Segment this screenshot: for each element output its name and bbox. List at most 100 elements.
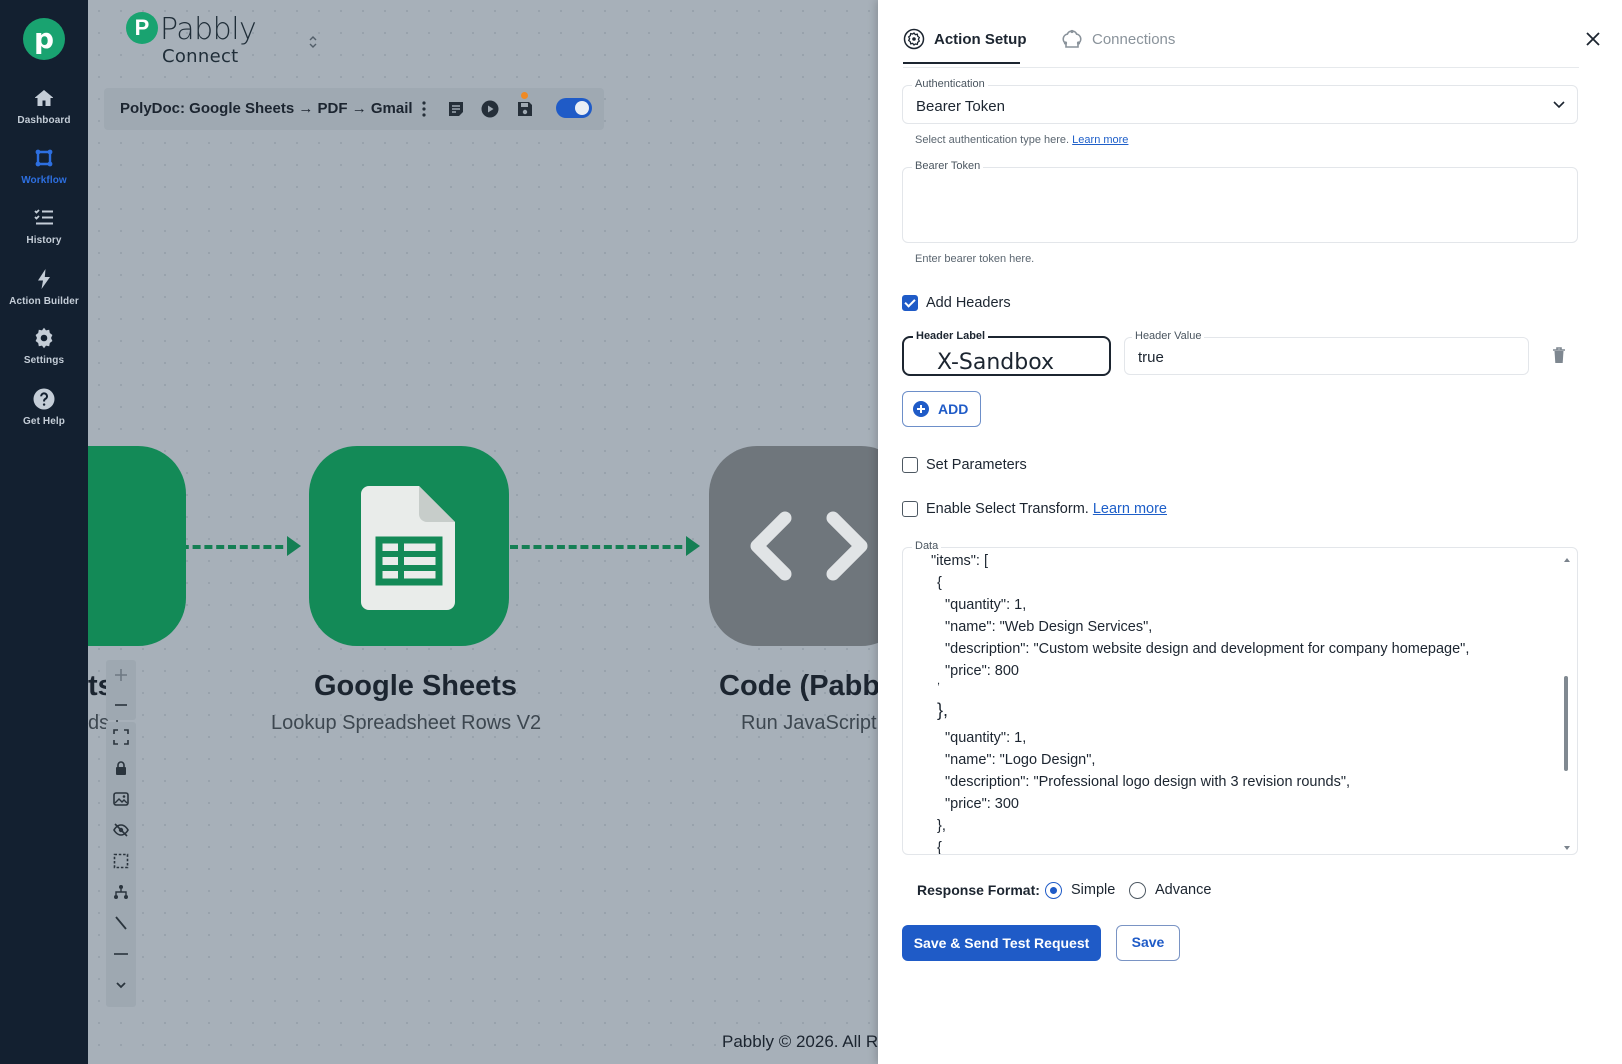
data-code: "items": [ { "quantity": 1, "name": "Web… — [903, 548, 1563, 854]
google-sheets-node[interactable] — [309, 446, 509, 646]
sidebar-item-get-help[interactable]: Get Help — [0, 387, 88, 443]
lock-button[interactable] — [106, 753, 136, 783]
fit-screen-icon — [113, 729, 129, 745]
minus-icon — [115, 704, 127, 706]
code-line: { — [937, 575, 942, 591]
brand-sub: Connect — [162, 46, 239, 67]
dashed-square-icon — [113, 853, 129, 869]
header-value-input[interactable]: true — [1124, 337, 1529, 375]
sidebar-item-label: Action Builder — [9, 296, 79, 307]
sidebar-item-label: History — [26, 235, 62, 246]
bearer-token-input[interactable] — [902, 167, 1578, 243]
set-parameters-checkbox[interactable] — [902, 457, 918, 473]
save-and-send-test-request-button[interactable]: Save & Send Test Request — [902, 925, 1101, 961]
workflow-toolbar: PolyDoc: Google Sheets → PDF → Gmail — [104, 88, 604, 130]
connector-line — [510, 545, 694, 549]
code-line: "description": "Custom website design an… — [945, 641, 1470, 657]
code-node-subtitle: Run JavaScript — [741, 712, 877, 734]
connector-style-button[interactable] — [106, 908, 136, 938]
code-line: "quantity": 1, — [945, 597, 1027, 613]
more-vertical-icon[interactable] — [414, 99, 434, 119]
sidebar-item-workflow[interactable]: Workflow — [0, 146, 88, 202]
data-textarea[interactable]: "items": [ { "quantity": 1, "name": "Web… — [902, 547, 1578, 855]
workflow-name[interactable]: PolyDoc: Google Sheets → PDF → Gmail — [120, 100, 413, 117]
add-header-button[interactable]: ADD — [902, 391, 981, 427]
collapse-toolbar-button[interactable] — [106, 970, 136, 1000]
authentication-helper: Select authentication type here. Learn m… — [915, 134, 1129, 146]
sidebar-item-history[interactable]: History — [0, 206, 88, 262]
sidebar-item-action-builder[interactable]: Action Builder — [0, 267, 88, 323]
connector-arrow — [287, 536, 301, 556]
data-label: Data — [912, 540, 942, 552]
notes-icon[interactable] — [446, 99, 466, 119]
pabbly-logo[interactable]: p — [23, 18, 65, 60]
lock-icon — [116, 761, 126, 775]
authentication-learn-more-link[interactable]: Learn more — [1072, 134, 1128, 146]
code-brackets-icon — [750, 511, 868, 581]
unsaved-indicator-dot — [521, 92, 528, 99]
trigger-node[interactable] — [88, 446, 186, 646]
close-icon[interactable] — [1582, 28, 1604, 50]
image-export-button[interactable] — [106, 784, 136, 814]
select-transform-learn-more-link[interactable]: Learn more — [1093, 501, 1167, 517]
workflow-enable-toggle[interactable] — [556, 98, 592, 118]
header-label-value: X-Sandbox — [937, 350, 1055, 375]
play-circle-icon[interactable] — [480, 99, 500, 119]
sidebar-item-label: Dashboard — [17, 115, 71, 126]
code-node-title: Code (Pabbl — [719, 670, 878, 702]
brand-logo[interactable]: P Pabbly Connect — [126, 10, 317, 67]
code-line: "quantity": 1, — [945, 730, 1027, 746]
workflow-icon — [35, 149, 53, 167]
data-scrollbar-thumb[interactable] — [1564, 676, 1568, 771]
tab-action-setup[interactable]: Action Setup — [903, 28, 1027, 64]
response-format-simple-radio[interactable] — [1045, 882, 1062, 899]
tab-label: Connections — [1092, 31, 1176, 48]
header-value-value: true — [1138, 349, 1164, 366]
code-line: }, — [937, 700, 949, 720]
workflow-canvas[interactable]: P Pabbly Connect PolyDoc: Google Sheets … — [88, 0, 878, 1064]
response-format-advance-radio[interactable] — [1129, 882, 1146, 899]
enable-select-transform-label: Enable Select Transform. Learn more — [926, 501, 1167, 517]
auto-layout-button[interactable] — [106, 877, 136, 907]
select-area-button[interactable] — [106, 846, 136, 876]
eye-off-icon — [113, 823, 129, 837]
save-button[interactable]: Save — [1116, 925, 1180, 961]
straight-line-button[interactable] — [106, 939, 136, 969]
zoom-controls — [106, 660, 136, 720]
action-setup-panel: Action Setup Connections Bearer Token Au… — [878, 0, 1622, 1064]
response-format-label: Response Format: — [917, 882, 1040, 898]
code-line: "description": "Professional logo design… — [945, 774, 1351, 790]
code-node[interactable] — [709, 446, 878, 646]
code-line: { — [937, 840, 942, 854]
authentication-select[interactable]: Bearer Token — [902, 85, 1578, 124]
action-gear-icon — [903, 28, 925, 50]
hierarchy-icon — [114, 885, 128, 899]
code-line: "price": 300 — [945, 796, 1019, 812]
scroll-up-arrow[interactable] — [1564, 558, 1570, 562]
code-line: }, — [937, 818, 946, 834]
sidebar-item-settings[interactable]: Settings — [0, 326, 88, 382]
lightning-icon — [38, 269, 50, 289]
trash-icon[interactable] — [1551, 346, 1567, 364]
hide-button[interactable] — [106, 815, 136, 845]
chevron-updown-icon[interactable] — [308, 34, 318, 50]
scroll-down-arrow[interactable] — [1564, 846, 1570, 850]
sidebar-item-dashboard[interactable]: Dashboard — [0, 86, 88, 142]
code-line: , — [937, 675, 941, 687]
fit-view-button[interactable] — [106, 722, 136, 752]
history-list-icon — [34, 209, 53, 225]
google-sheets-node-subtitle: Lookup Spreadsheet Rows V2 — [271, 712, 542, 734]
save-icon[interactable] — [515, 99, 535, 119]
footer-copyright: Pabbly © 2026. All Ri — [722, 1032, 878, 1051]
tab-connections[interactable]: Connections — [1061, 28, 1181, 64]
bearer-token-helper: Enter bearer token here. — [915, 253, 1035, 265]
code-line: "items": [ — [931, 553, 989, 569]
response-format-simple-label: Simple — [1071, 882, 1116, 898]
code-line: "name": "Web Design Services", — [945, 619, 1153, 635]
chevron-down-icon — [1553, 101, 1565, 109]
zoom-out-button[interactable] — [106, 690, 136, 720]
zoom-in-button[interactable] — [106, 660, 136, 690]
enable-select-transform-checkbox[interactable] — [902, 501, 918, 517]
add-headers-checkbox[interactable] — [902, 295, 918, 311]
plus-circle-icon — [913, 401, 929, 417]
